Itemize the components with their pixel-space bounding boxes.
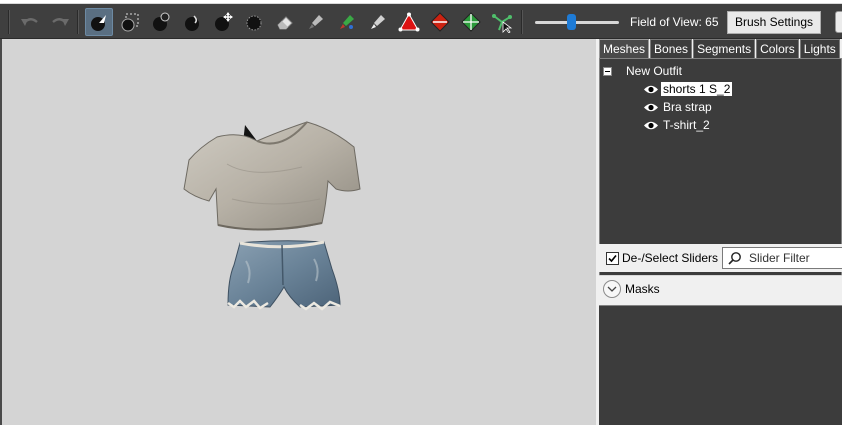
move-vertex-button[interactable] (488, 8, 516, 36)
shorts-mesh (227, 240, 341, 311)
split-edge-icon (461, 12, 481, 32)
t-shirt-mesh (183, 121, 361, 231)
chevron-down-icon (607, 286, 617, 292)
collapse-icon[interactable] (603, 66, 612, 76)
3d-viewport[interactable] (2, 39, 596, 425)
tree-item-t-shirt[interactable]: T-shirt_2 (643, 117, 712, 133)
move-brush-icon (215, 12, 233, 31)
move-vertex-icon (492, 14, 513, 33)
tree-item-label: shorts 1 S_2 (661, 82, 733, 96)
slider-thumb[interactable] (567, 14, 577, 30)
tab-segments[interactable]: Segments (693, 39, 756, 58)
field-of-view-slider[interactable] (533, 14, 621, 30)
select-tool-button[interactable] (85, 8, 113, 36)
smooth-brush-icon (246, 15, 262, 31)
outfit-studio-window: Field of View: 65 Brush Settings Meshes … (0, 0, 842, 425)
flip-edge-icon (430, 12, 450, 32)
undo-icon (21, 18, 38, 26)
slider-filter-input[interactable] (749, 250, 842, 266)
weight-brush-icon (309, 15, 323, 29)
tree-root[interactable]: New Outfit (603, 64, 682, 78)
weight-brush-button[interactable] (302, 8, 330, 36)
right-panel: Meshes Bones Segments Colors Lights New … (599, 39, 842, 425)
toolbar-separator (521, 10, 523, 34)
field-of-view-label: Field of View: 65 (630, 15, 719, 29)
mask-brush-icon (121, 13, 139, 32)
tab-meshes[interactable]: Meshes (599, 39, 650, 58)
outfit-name: New Outfit (626, 64, 683, 78)
alpha-brush-button[interactable] (364, 8, 392, 36)
panel-tabs: Meshes Bones Segments Colors Lights (599, 39, 841, 58)
move-brush-button[interactable] (209, 8, 237, 36)
smooth-brush-button[interactable] (240, 8, 268, 36)
redo-icon (52, 18, 69, 26)
deselect-sliders-label: De-/Select Sliders (622, 251, 719, 265)
eye-icon[interactable] (643, 120, 659, 131)
deflate-brush-icon (185, 15, 199, 31)
flip-edge-button[interactable] (426, 8, 454, 36)
collapse-vertex-button[interactable] (395, 8, 423, 36)
toolbar: Field of View: 65 Brush Settings (0, 4, 842, 39)
collapse-vertex-icon (398, 12, 420, 32)
color-brush-icon (340, 15, 354, 29)
brush-settings-button[interactable]: Brush Settings (727, 11, 821, 34)
redo-button[interactable] (46, 8, 74, 36)
inflate-brush-icon (153, 12, 170, 31)
slider-filter[interactable] (722, 247, 842, 269)
undo-button[interactable] (16, 8, 44, 36)
tab-bones[interactable]: Bones (650, 39, 693, 58)
toolbar-separator (77, 10, 79, 34)
deselect-sliders-checkbox[interactable] (606, 252, 619, 265)
split-edge-button[interactable] (457, 8, 485, 36)
inflate-brush-button[interactable] (147, 8, 175, 36)
alpha-brush-icon (371, 15, 385, 29)
eye-icon[interactable] (643, 84, 659, 95)
search-icon (728, 252, 741, 265)
tree-item-label: Bra strap (663, 100, 712, 114)
masks-expand-button[interactable] (603, 280, 621, 298)
overflow-button[interactable] (835, 11, 842, 33)
eraser-icon (277, 16, 293, 30)
mask-brush-button[interactable] (116, 8, 144, 36)
color-brush-button[interactable] (333, 8, 361, 36)
erase-brush-button[interactable] (271, 8, 299, 36)
slider-list[interactable] (599, 305, 842, 425)
slider-track (535, 21, 619, 24)
checkmark-icon (608, 254, 617, 263)
deflate-brush-button[interactable] (178, 8, 206, 36)
tree-item-label: T-shirt_2 (663, 118, 710, 132)
toolbar-separator (8, 10, 10, 34)
tab-lights[interactable]: Lights (799, 39, 840, 58)
tree-item-bra-strap[interactable]: Bra strap (643, 99, 714, 115)
tab-colors[interactable]: Colors (756, 39, 799, 58)
tree-item-shorts[interactable]: shorts 1 S_2 (643, 81, 733, 97)
sliders-toolbar: De-/Select Sliders (599, 244, 842, 272)
eye-icon[interactable] (643, 102, 659, 113)
select-arrow-icon (91, 15, 106, 31)
masks-label: Masks (625, 282, 660, 296)
outfit-model-render (183, 121, 361, 311)
masks-row[interactable]: Masks (599, 275, 842, 303)
